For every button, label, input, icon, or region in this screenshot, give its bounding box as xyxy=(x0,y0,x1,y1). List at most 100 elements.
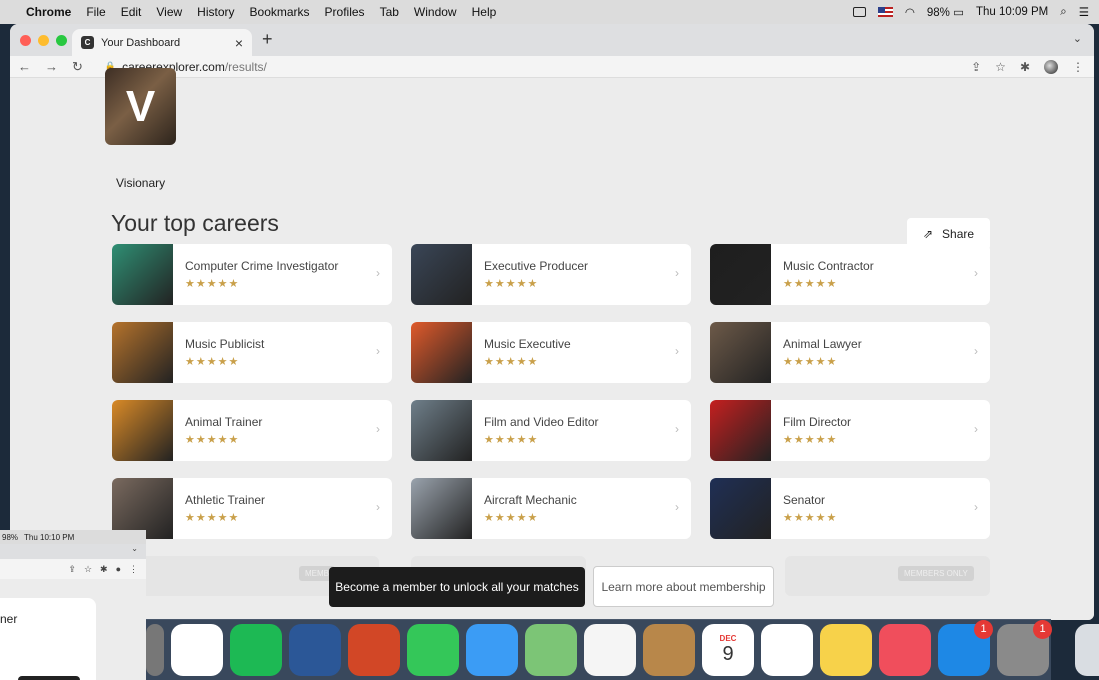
more-menu-icon[interactable]: ⋮ xyxy=(1072,60,1084,74)
dock-app-icon[interactable] xyxy=(146,623,164,676)
career-title: Film Director xyxy=(783,415,851,429)
calendar-day: 9 xyxy=(722,642,734,665)
career-thumbnail xyxy=(411,322,472,383)
career-info: Animal Lawyer ★★★★★ xyxy=(771,337,862,368)
dock-spotify-icon[interactable] xyxy=(230,623,282,676)
career-card[interactable]: Music Publicist ★★★★★ › xyxy=(112,322,392,383)
dock-system-preferences-icon[interactable]: 1 xyxy=(997,619,1052,676)
chevron-right-icon: › xyxy=(376,344,380,358)
career-title: Athletic Trainer xyxy=(185,493,266,507)
chevron-right-icon: › xyxy=(376,500,380,514)
career-thumbnail xyxy=(710,478,771,539)
background-window: 98% Thu 10:10 PM ⌄ ⇪ ☆ ✱ ● ⋮ ner xyxy=(0,530,146,680)
career-card[interactable]: Film and Video Editor ★★★★★ › xyxy=(411,400,691,461)
battery-status[interactable]: 98% ▭ xyxy=(927,5,964,19)
dock-trash-icon[interactable] xyxy=(1075,623,1099,676)
career-thumbnail xyxy=(710,322,771,383)
career-info: Executive Producer ★★★★★ xyxy=(472,259,588,290)
menu-profiles[interactable]: Profiles xyxy=(325,5,365,19)
notification-badge: 1 xyxy=(1033,619,1052,639)
dock-chrome-icon[interactable] xyxy=(171,623,223,676)
career-rating-stars: ★★★★★ xyxy=(484,278,539,290)
menu-file[interactable]: File xyxy=(86,5,105,19)
learn-membership-button[interactable]: Learn more about membership xyxy=(593,566,774,607)
menu-tab[interactable]: Tab xyxy=(380,5,399,19)
toolbar-actions: ⇪ ☆ ✱ ⋮ xyxy=(971,59,1084,74)
menubar-clock[interactable]: Thu 10:09 PM xyxy=(976,6,1048,18)
career-thumbnail xyxy=(112,400,173,461)
personality-label: Visionary xyxy=(116,176,166,190)
dock-calendar-icon[interactable]: DEC 9 xyxy=(702,623,754,676)
dock-notes-icon[interactable] xyxy=(820,623,872,676)
career-rating-stars: ★★★★★ xyxy=(185,434,240,446)
chevron-right-icon: › xyxy=(675,422,679,436)
dock-app-store-icon[interactable]: 1 xyxy=(938,619,993,676)
reload-icon[interactable]: ↻ xyxy=(72,59,83,75)
dock-powerpoint-icon[interactable] xyxy=(348,623,400,676)
profile-avatar-icon[interactable] xyxy=(1044,59,1058,74)
avatar-letter: V xyxy=(125,81,156,131)
spotlight-search-icon[interactable]: ⌕ xyxy=(1060,6,1066,19)
dock-music-icon[interactable] xyxy=(879,623,931,676)
tab-title: Your Dashboard xyxy=(101,36,181,49)
menu-window[interactable]: Window xyxy=(414,5,457,19)
background-toolbar: ⇪ ☆ ✱ ● ⋮ xyxy=(0,559,146,579)
dock-word-icon[interactable] xyxy=(289,623,341,676)
zoom-window-button[interactable] xyxy=(56,34,67,46)
career-card[interactable]: Computer Crime Investigator ★★★★★ › xyxy=(112,244,392,305)
bookmark-star-icon[interactable]: ☆ xyxy=(995,60,1006,74)
career-title: Animal Lawyer xyxy=(783,337,862,351)
share-page-icon[interactable]: ⇪ xyxy=(971,60,981,74)
menu-view[interactable]: View xyxy=(156,5,182,19)
career-title: Animal Trainer xyxy=(185,415,263,429)
career-card[interactable]: Film Director ★★★★★ › xyxy=(710,400,990,461)
career-card[interactable]: Music Executive ★★★★★ › xyxy=(411,322,691,383)
career-card[interactable]: Executive Producer ★★★★★ › xyxy=(411,244,691,305)
menu-bookmarks[interactable]: Bookmarks xyxy=(250,5,310,19)
career-card[interactable]: Music Contractor ★★★★★ › xyxy=(710,244,990,305)
tab-search-chevron-icon[interactable]: ⌄ xyxy=(1073,32,1082,45)
career-rating-stars: ★★★★★ xyxy=(185,278,240,290)
membership-prompt: Become a member to unlock all your match… xyxy=(329,567,585,607)
input-source-flag-icon[interactable] xyxy=(877,7,893,17)
url-path: /results/ xyxy=(224,59,267,74)
career-rating-stars: ★★★★★ xyxy=(783,434,838,446)
forward-arrow-icon[interactable]: → xyxy=(45,59,58,74)
new-tab-button[interactable]: + xyxy=(262,29,273,50)
dock-photos-icon[interactable] xyxy=(584,623,636,676)
career-info: Aircraft Mechanic ★★★★★ xyxy=(472,493,577,524)
menu-help[interactable]: Help xyxy=(472,5,497,19)
career-card[interactable]: Animal Trainer ★★★★★ › xyxy=(112,400,392,461)
menu-history[interactable]: History xyxy=(197,5,234,19)
dock-contacts-icon[interactable] xyxy=(643,623,695,676)
close-tab-icon[interactable]: × xyxy=(235,35,243,51)
back-arrow-icon[interactable]: ← xyxy=(18,59,31,74)
minimize-window-button[interactable] xyxy=(38,34,49,46)
control-center-icon[interactable]: ☰ xyxy=(1079,5,1089,19)
extensions-puzzle-icon[interactable]: ✱ xyxy=(1020,60,1030,74)
wifi-icon[interactable]: ◠ xyxy=(905,5,915,19)
dock-reminders-icon[interactable] xyxy=(761,623,813,676)
career-rating-stars: ★★★★★ xyxy=(484,512,539,524)
career-rating-stars: ★★★★★ xyxy=(484,434,539,446)
background-menubar: 98% Thu 10:10 PM xyxy=(0,530,146,544)
menu-edit[interactable]: Edit xyxy=(121,5,142,19)
dock-facetime-icon[interactable] xyxy=(407,623,459,676)
career-info: Music Contractor ★★★★★ xyxy=(771,259,874,290)
career-thumbnail xyxy=(411,244,472,305)
close-window-button[interactable] xyxy=(20,34,31,46)
menu-chrome[interactable]: Chrome xyxy=(26,5,71,19)
career-title: Music Executive xyxy=(484,337,571,351)
career-card[interactable]: Athletic Trainer ★★★★★ › xyxy=(112,478,392,539)
career-rating-stars: ★★★★★ xyxy=(484,356,539,368)
dock-messages-icon[interactable] xyxy=(466,623,518,676)
career-rating-stars: ★★★★★ xyxy=(783,278,838,290)
career-card[interactable]: Senator ★★★★★ › xyxy=(710,478,990,539)
battery-percent: 98% xyxy=(926,7,950,19)
dock-maps-icon[interactable] xyxy=(525,623,577,676)
career-card[interactable]: Animal Lawyer ★★★★★ › xyxy=(710,322,990,383)
tab-your-dashboard[interactable]: C Your Dashboard × xyxy=(72,29,252,56)
screen-mirroring-icon[interactable] xyxy=(852,7,866,17)
career-card[interactable]: Aircraft Mechanic ★★★★★ › xyxy=(411,478,691,539)
career-title: Film and Video Editor xyxy=(484,415,599,429)
